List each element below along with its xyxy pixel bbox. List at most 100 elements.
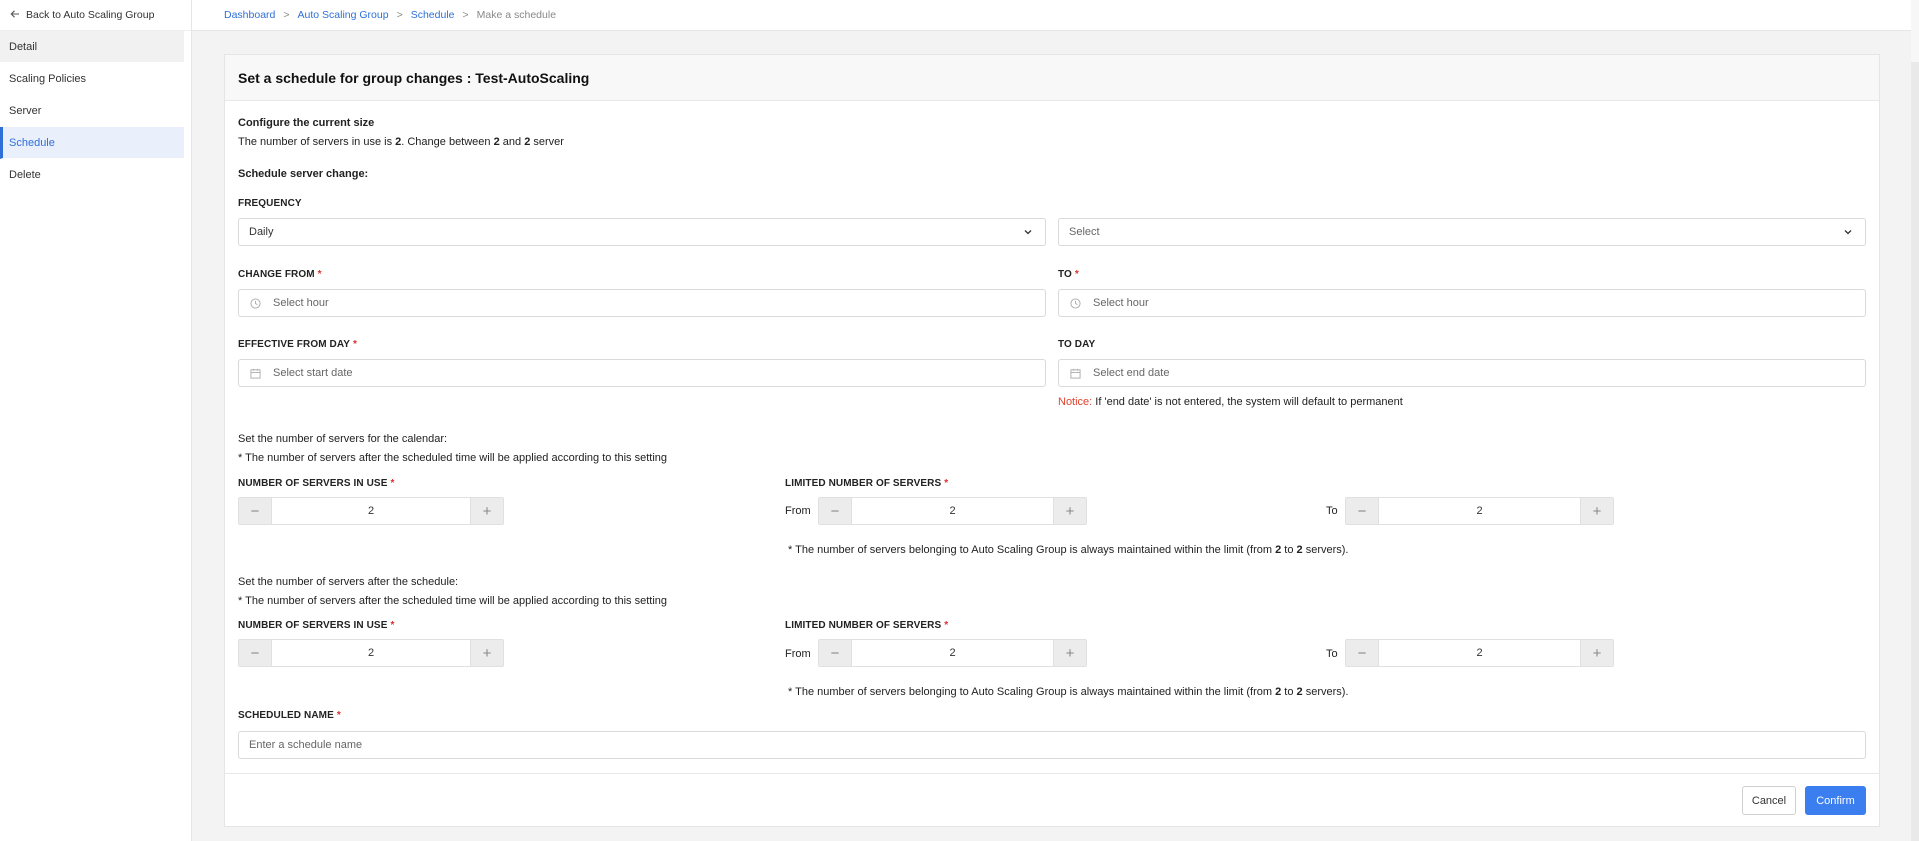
required-mark: * [944,478,949,489]
minus-icon[interactable]: − [239,640,271,666]
end-date-notice: Notice: If 'end date' is not entered, th… [1058,396,1403,408]
frequency-value: Daily [249,226,274,238]
scheduled-name-label: SCHEDULED NAME * [238,710,341,721]
end-date-input[interactable]: Select end date [1058,359,1866,387]
sidebar-item-server[interactable]: Server [0,95,191,127]
calendar-from-stepper[interactable]: − 2 + [818,497,1087,525]
scrollbar-thumb[interactable] [1911,0,1919,62]
effective-from-label: EFFECTIVE FROM DAY * [238,339,357,350]
after-note-mid: to [1281,686,1297,698]
to-label-text: TO [1058,269,1072,280]
sidebar-item-label: Delete [9,168,41,181]
breadcrumb: Dashboard > Auto Scaling Group > Schedul… [192,0,1919,31]
calendar-in-use-value[interactable]: 2 [271,498,471,524]
after-limit-note: * The number of servers belonging to Aut… [788,686,1348,698]
to-input[interactable]: Select hour [1058,289,1866,317]
minus-icon[interactable]: − [239,498,271,524]
sidebar: Back to Auto Scaling Group Detail Scalin… [0,0,192,841]
to-day-label: TO DAY [1058,339,1096,350]
to-label: TO * [1058,269,1079,280]
calendar-to-stepper[interactable]: − 2 + [1345,497,1614,525]
plus-icon[interactable]: + [471,498,503,524]
plus-icon[interactable]: + [1054,640,1086,666]
after-in-use-value[interactable]: 2 [271,640,471,666]
scheduled-name-input[interactable]: Enter a schedule name [238,731,1866,759]
minus-icon[interactable]: − [819,498,851,524]
after-note-prefix: * The number of servers belonging to Aut… [788,686,1276,698]
effective-from-label-text: EFFECTIVE FROM DAY [238,339,350,350]
breadcrumb-auto-scaling-group[interactable]: Auto Scaling Group [298,9,389,21]
after-in-use-stepper[interactable]: − 2 + [238,639,504,667]
cancel-button[interactable]: Cancel [1742,786,1796,815]
arrow-left-icon [10,9,20,22]
calendar-in-use-stepper[interactable]: − 2 + [238,497,504,525]
start-date-input[interactable]: Select start date [238,359,1046,387]
start-date-placeholder: Select start date [273,367,353,379]
breadcrumb-schedule[interactable]: Schedule [411,9,455,21]
clock-icon [249,297,261,309]
calendar-note-prefix: * The number of servers belonging to Aut… [788,544,1276,556]
calendar-limited-label: LIMITED NUMBER OF SERVERS * [785,478,948,489]
schedule-form-card: Set a schedule for group changes : Test-… [224,54,1880,827]
frequency-label: FREQUENCY [238,198,302,209]
minus-icon[interactable]: − [819,640,851,666]
required-mark: * [390,620,395,631]
after-limited-label: LIMITED NUMBER OF SERVERS * [785,620,948,631]
confirm-button[interactable]: Confirm [1805,786,1866,815]
breadcrumb-dashboard[interactable]: Dashboard [224,9,275,21]
after-from-label: From [785,648,811,660]
calendar-in-use-label-text: NUMBER OF SERVERS IN USE [238,478,388,489]
required-mark: * [336,710,341,721]
calendar-to-value[interactable]: 2 [1378,498,1581,524]
chevron-down-icon [1023,227,1033,237]
change-from-label-text: CHANGE FROM [238,269,315,280]
plus-icon[interactable]: + [1581,640,1613,666]
after-from-value[interactable]: 2 [851,640,1054,666]
frequency-select[interactable]: Daily [238,218,1046,246]
calendar-servers-subtext: * The number of servers after the schedu… [238,452,668,464]
sidebar-item-label: Detail [9,40,38,53]
current-size-text: The number of servers in use is 2. Chang… [238,136,564,148]
page-scrollbar[interactable] [1911,0,1919,841]
calendar-note-mid: to [1281,544,1297,556]
notice-label: Notice: [1058,396,1093,408]
after-servers-heading: Set the number of servers after the sche… [238,576,459,588]
minus-icon[interactable]: − [1346,498,1378,524]
breadcrumb-current: Make a schedule [476,9,557,21]
plus-icon[interactable]: + [1581,498,1613,524]
schedule-heading: Schedule server change: [238,168,369,180]
breadcrumb-separator: > [283,9,290,21]
change-from-label: CHANGE FROM * [238,269,322,280]
sidebar-item-label: Scaling Policies [9,72,87,85]
plus-icon[interactable]: + [471,640,503,666]
sidebar-item-detail[interactable]: Detail [0,31,184,63]
required-mark: * [317,269,322,280]
sidebar-item-delete[interactable]: Delete [0,159,191,191]
calendar-in-use-label: NUMBER OF SERVERS IN USE * [238,478,394,489]
plus-icon[interactable]: + [1054,498,1086,524]
calendar-from-value[interactable]: 2 [851,498,1054,524]
minus-icon[interactable]: − [1346,640,1378,666]
change-from-input[interactable]: Select hour [238,289,1046,317]
clock-icon [1069,297,1081,309]
back-link[interactable]: Back to Auto Scaling Group [0,0,191,31]
after-in-use-label: NUMBER OF SERVERS IN USE * [238,620,394,631]
after-limited-label-text: LIMITED NUMBER OF SERVERS [785,620,942,631]
to-placeholder: Select hour [1093,297,1149,309]
calendar-icon [249,367,261,379]
after-to-value[interactable]: 2 [1378,640,1581,666]
sidebar-item-scaling-policies[interactable]: Scaling Policies [0,63,191,95]
after-to-stepper[interactable]: − 2 + [1345,639,1614,667]
calendar-limit-note: * The number of servers belonging to Aut… [788,544,1348,556]
calendar-icon [1069,367,1081,379]
calendar-servers-heading: Set the number of servers for the calend… [238,433,448,445]
frequency-detail-select[interactable]: Select [1058,218,1866,246]
required-mark: * [353,339,357,350]
current-size-heading: Configure the current size [238,117,375,129]
current-size-text-prefix: The number of servers in use is [238,136,396,148]
scheduled-name-placeholder: Enter a schedule name [249,739,363,751]
current-size-text-suffix: server [530,136,564,148]
sidebar-item-schedule[interactable]: Schedule [0,127,184,159]
after-from-stepper[interactable]: − 2 + [818,639,1087,667]
required-mark: * [1074,269,1079,280]
